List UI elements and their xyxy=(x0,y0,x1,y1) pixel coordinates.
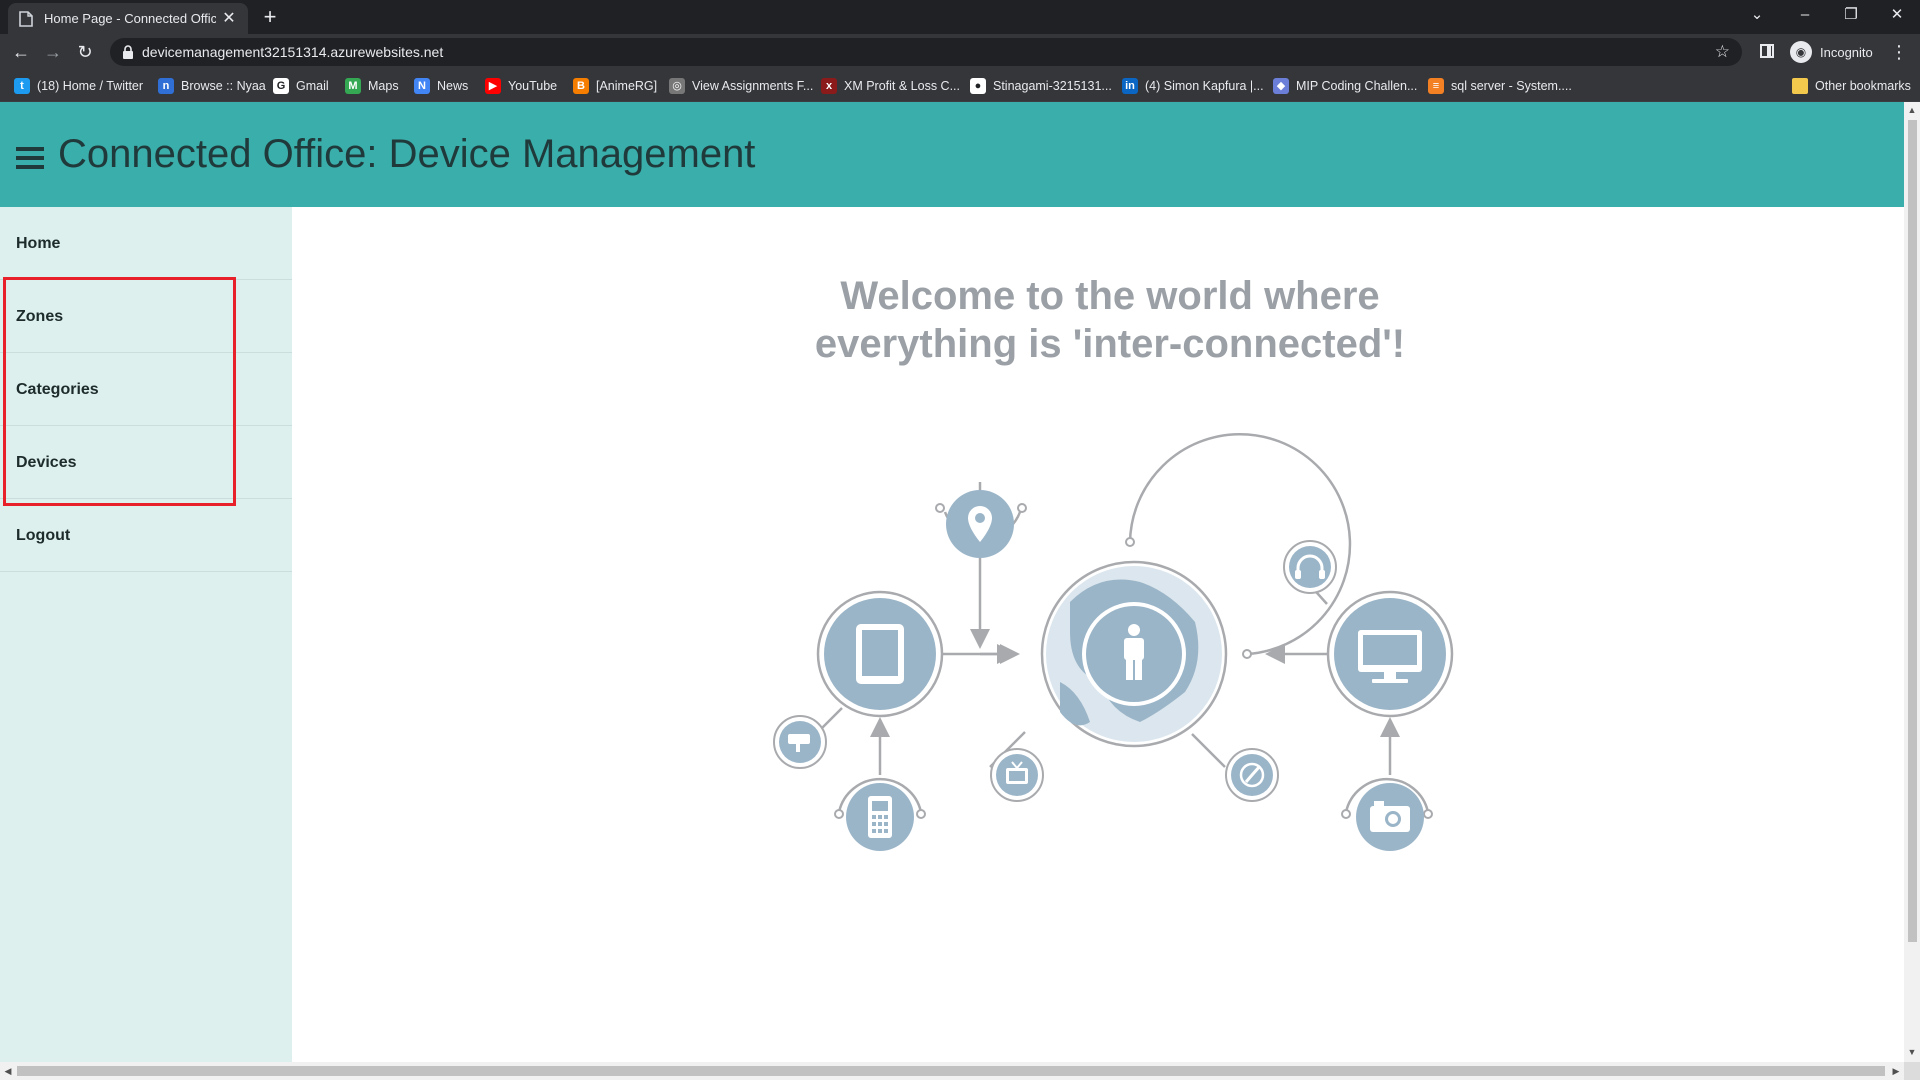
horizontal-scrollbar[interactable]: ◀ ▶ xyxy=(0,1062,1904,1080)
bookmark-item[interactable]: N News xyxy=(414,70,468,102)
other-bookmarks[interactable]: Other bookmarks xyxy=(1792,70,1911,102)
bookmark-item[interactable]: in (4) Simon Kapfura |... xyxy=(1122,70,1264,102)
incognito-icon: ◉ xyxy=(1790,41,1812,63)
window-close-button[interactable]: ✕ xyxy=(1882,4,1912,26)
welcome-line-2: everything is 'inter-connected'! xyxy=(814,322,1406,366)
twitter-icon: t xyxy=(14,78,30,94)
bookmark-item[interactable]: ▶ YouTube xyxy=(485,70,557,102)
stackoverflow-icon: ≡ xyxy=(1428,78,1444,94)
hamburger-menu-icon[interactable] xyxy=(16,147,44,169)
maps-icon: M xyxy=(345,78,361,94)
new-tab-button[interactable]: + xyxy=(258,6,282,28)
globe-icon: ◎ xyxy=(669,78,685,94)
browser-toolbar: ← → ↻ devicemanagement32151314.azurewebs… xyxy=(0,34,1920,70)
site-header: Connected Office: Device Management xyxy=(0,102,1904,207)
sidebar-item-home[interactable]: Home xyxy=(0,207,292,280)
bookmark-label: XM Profit & Loss C... xyxy=(844,79,961,93)
compass-icon xyxy=(1225,748,1279,802)
lock-icon xyxy=(122,45,134,59)
forward-button[interactable]: → xyxy=(40,40,66,64)
profile-label: Incognito xyxy=(1820,44,1873,60)
bookmark-item[interactable]: ◆ MIP Coding Challen... xyxy=(1273,70,1417,102)
bookmark-item[interactable]: n Browse :: Nyaa xyxy=(158,70,266,102)
bookmark-item[interactable]: ● Stinagami-3215131... xyxy=(970,70,1112,102)
scrollbar-corner xyxy=(1904,1062,1920,1080)
page-icon xyxy=(18,10,34,27)
security-camera-icon xyxy=(773,715,827,769)
sidebar-item-logout[interactable]: Logout xyxy=(0,499,292,572)
vertical-scrollbar[interactable]: ▲ ▼ xyxy=(1904,102,1920,1062)
bookmark-item[interactable]: ≡ sql server - System.... xyxy=(1428,70,1572,102)
sidebar-item-label: Home xyxy=(16,235,61,252)
tv-icon xyxy=(990,748,1044,802)
other-bookmarks-label: Other bookmarks xyxy=(1815,79,1911,93)
site-title: Connected Office: Device Management xyxy=(58,132,756,176)
headphones-icon xyxy=(1283,540,1337,594)
bookmark-label: Maps xyxy=(368,79,399,93)
browser-menu-icon[interactable]: ⋮ xyxy=(1890,40,1908,64)
google-icon: G xyxy=(273,78,289,94)
tablet-icon xyxy=(816,590,944,718)
youtube-icon: ▶ xyxy=(485,78,501,94)
bookmark-item[interactable]: t (18) Home / Twitter xyxy=(14,70,143,102)
bookmark-label: MIP Coding Challen... xyxy=(1296,79,1418,93)
browser-tab-strip: Home Page - Connected Office: D ✕ + ⌄ – … xyxy=(0,0,1920,34)
bookmarks-bar: Other bookmarks t (18) Home / Twitter n Bro… xyxy=(0,70,1920,102)
desktop-monitor-icon xyxy=(1326,590,1454,718)
bookmark-label: [AnimeRG] xyxy=(596,79,658,93)
back-button[interactable]: ← xyxy=(8,40,34,64)
bookmark-item[interactable]: ◎ View Assignments F... xyxy=(669,70,813,102)
vertical-scroll-thumb[interactable] xyxy=(1908,120,1917,942)
scroll-left-icon[interactable]: ◀ xyxy=(0,1062,16,1080)
bookmark-label: (4) Simon Kapfura |... xyxy=(1145,79,1264,93)
bookmark-item[interactable]: x XM Profit & Loss C... xyxy=(821,70,960,102)
bookmark-label: Browse :: Nyaa xyxy=(181,79,266,93)
blogger-icon: B xyxy=(573,78,589,94)
globe-person-icon xyxy=(1040,560,1228,748)
tab-close-icon[interactable]: ✕ xyxy=(220,10,238,28)
bookmark-item[interactable]: M Maps xyxy=(345,70,399,102)
bookmark-label: sql server - System.... xyxy=(1451,79,1572,93)
camera-icon xyxy=(1356,783,1424,851)
bookmark-item[interactable]: B [AnimeRG] xyxy=(573,70,657,102)
browser-tab[interactable]: Home Page - Connected Office: D ✕ xyxy=(8,3,248,34)
welcome-line-1: Welcome to the world where xyxy=(840,274,1380,318)
welcome-heading: Welcome to the world where everything is… xyxy=(690,272,1530,368)
mip-icon: ◆ xyxy=(1273,78,1289,94)
bookmark-star-icon[interactable]: ☆ xyxy=(1715,40,1730,64)
bookmark-label: View Assignments F... xyxy=(692,79,814,93)
scroll-down-icon[interactable]: ▼ xyxy=(1904,1044,1920,1060)
mobile-phone-icon xyxy=(846,783,914,851)
tab-title: Home Page - Connected Office: D xyxy=(44,11,216,26)
connected-devices-illustration xyxy=(773,432,1454,851)
bookmark-label: Stinagami-3215131... xyxy=(993,79,1112,93)
address-bar[interactable]: devicemanagement32151314.azurewebsites.n… xyxy=(110,38,1742,66)
horizontal-scroll-thumb[interactable] xyxy=(17,1066,1885,1076)
bookmark-label: News xyxy=(437,79,469,93)
bookmark-item[interactable]: G Gmail xyxy=(273,70,329,102)
bookmark-label: (18) Home / Twitter xyxy=(37,79,144,93)
web-page: Connected Office: Device Management Home… xyxy=(0,102,1904,1062)
xm-icon: x xyxy=(821,78,837,94)
url-text: devicemanagement32151314.azurewebsites.n… xyxy=(142,44,444,60)
minimize-button[interactable]: – xyxy=(1790,4,1820,26)
side-panel-icon[interactable] xyxy=(1760,44,1774,58)
folder-icon xyxy=(1792,78,1808,94)
tab-search-icon[interactable]: ⌄ xyxy=(1742,4,1772,26)
bookmark-label: YouTube xyxy=(508,79,558,93)
highlight-annotation xyxy=(3,277,236,506)
news-icon: N xyxy=(414,78,430,94)
restore-button[interactable]: ❐ xyxy=(1836,4,1866,26)
location-pin-icon xyxy=(946,490,1014,558)
github-icon: ● xyxy=(970,78,986,94)
scroll-up-icon[interactable]: ▲ xyxy=(1904,102,1920,118)
bookmark-label: Gmail xyxy=(296,79,329,93)
linkedin-icon: in xyxy=(1122,78,1138,94)
scroll-right-icon[interactable]: ▶ xyxy=(1888,1062,1904,1080)
reload-button[interactable]: ↻ xyxy=(72,40,98,64)
nyaa-icon: n xyxy=(158,78,174,94)
profile-button[interactable]: ◉ Incognito xyxy=(1790,39,1873,65)
sidebar-item-label: Logout xyxy=(16,527,71,544)
